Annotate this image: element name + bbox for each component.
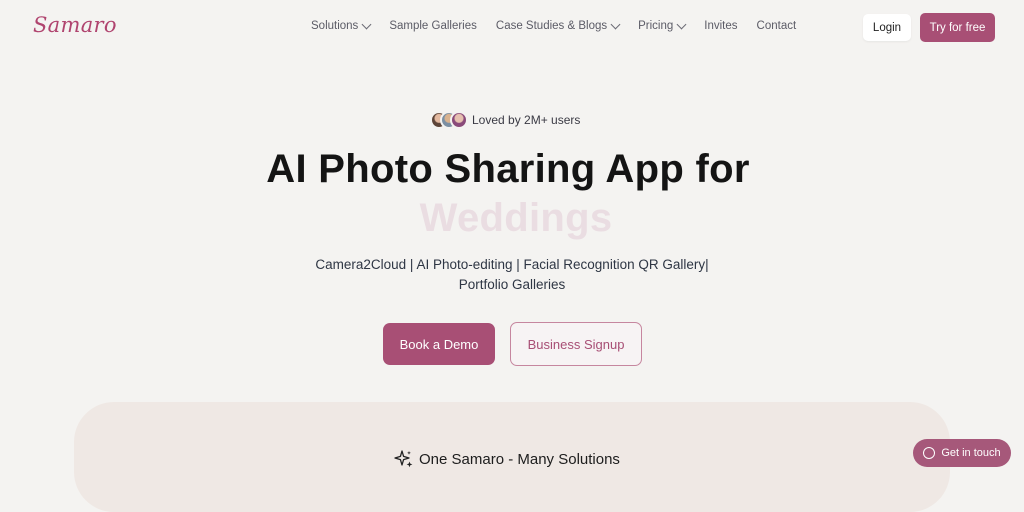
- business-signup-button[interactable]: Business Signup: [510, 322, 642, 366]
- nav-solutions[interactable]: Solutions: [311, 19, 372, 32]
- nav-label: Pricing: [638, 20, 674, 32]
- solutions-heading: One Samaro - Many Solutions: [394, 449, 620, 469]
- sparkle-icon: [394, 450, 413, 468]
- logo[interactable]: Samaro: [33, 13, 117, 37]
- avatar: [450, 111, 468, 129]
- hero-title-accent: Weddings: [419, 196, 613, 240]
- nav-label: Sample Galleries: [389, 20, 477, 32]
- get-in-touch-label: Get in touch: [941, 447, 1001, 459]
- book-demo-button[interactable]: Book a Demo: [383, 323, 495, 365]
- chevron-down-icon: [361, 19, 372, 30]
- solutions-heading-text: One Samaro - Many Solutions: [419, 450, 620, 468]
- chevron-down-icon: [676, 19, 687, 30]
- nav-label: Solutions: [311, 20, 359, 32]
- social-proof: Loved by 2M+ users: [430, 111, 580, 129]
- nav-label: Case Studies & Blogs: [495, 20, 608, 32]
- nav-case-studies[interactable]: Case Studies & Blogs: [495, 19, 621, 32]
- nav-sample-galleries[interactable]: Sample Galleries: [389, 20, 477, 32]
- nav-label: Contact: [756, 20, 797, 32]
- whatsapp-icon: [923, 447, 936, 459]
- nav-label: Invites: [704, 20, 738, 32]
- login-button[interactable]: Login: [863, 14, 911, 41]
- chevron-down-icon: [610, 19, 621, 30]
- loved-text: Loved by 2M+ users: [472, 113, 581, 127]
- try-for-free-button[interactable]: Try for free: [920, 13, 995, 42]
- nav-contact[interactable]: Contact: [757, 20, 797, 32]
- hero-subtitle-line1: Camera2Cloud | AI Photo-editing | Facial…: [315, 257, 709, 272]
- hero-subtitle-line2: Portfolio Galleries: [458, 277, 566, 292]
- get-in-touch-button[interactable]: Get in touch: [913, 439, 1011, 467]
- nav-invites[interactable]: Invites: [704, 20, 737, 32]
- nav-pricing[interactable]: Pricing: [638, 19, 687, 32]
- hero-title: AI Photo Sharing App for: [266, 147, 750, 191]
- main-nav: Solutions Sample Galleries Case Studies …: [311, 19, 797, 32]
